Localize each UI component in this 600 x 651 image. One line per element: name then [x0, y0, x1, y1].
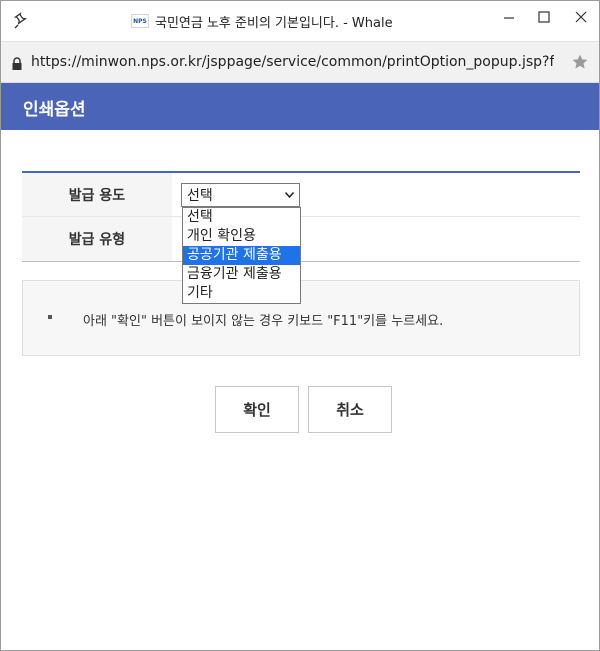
print-option-form: 발급 용도 선택 발급 유형	[22, 171, 580, 262]
confirm-button[interactable]: 확인	[215, 386, 299, 433]
window-title: NPS 국민연금 노후 준비의 기본입니다. - Whale	[131, 11, 393, 31]
address-bar: https://minwon.nps.or.kr/jsppage/service…	[1, 41, 599, 83]
notice-box: 아래 "확인" 버튼이 보이지 않는 경우 키보드 "F11"키를 누르세요.	[22, 280, 580, 356]
chevron-down-icon	[285, 192, 294, 198]
bullet-icon	[48, 315, 52, 319]
maximize-button[interactable]	[532, 7, 556, 27]
purpose-dropdown-list: 선택 개인 확인용 공공기관 제출용 금융기관 제출용 기타	[182, 207, 301, 304]
popup-title: 인쇄옵션	[23, 100, 86, 120]
dropdown-option[interactable]: 금융기관 제출용	[183, 265, 300, 284]
dropdown-option[interactable]: 선택	[183, 208, 300, 227]
form-row-type: 발급 유형	[22, 217, 580, 261]
dropdown-option[interactable]: 기타	[183, 284, 300, 303]
lock-icon[interactable]	[11, 56, 23, 70]
browser-window: NPS 국민연금 노후 준비의 기본입니다. - Whale https://m…	[0, 0, 600, 651]
title-bar: NPS 국민연금 노후 준비의 기본입니다. - Whale	[1, 1, 599, 41]
dropdown-option-highlighted[interactable]: 공공기관 제출용	[183, 246, 300, 265]
notice-text: 아래 "확인" 버튼이 보이지 않는 경우 키보드 "F11"키를 누르세요.	[83, 314, 444, 329]
popup-header: 인쇄옵션	[1, 83, 599, 130]
purpose-select-value: 선택	[187, 188, 213, 204]
purpose-label: 발급 용도	[22, 173, 172, 216]
url-text[interactable]: https://minwon.nps.or.kr/jsppage/service…	[31, 54, 554, 70]
bookmark-star-icon[interactable]	[571, 53, 589, 71]
minimize-button[interactable]	[497, 7, 521, 27]
nps-favicon-icon: NPS	[131, 14, 149, 28]
dropdown-option[interactable]: 개인 확인용	[183, 227, 300, 246]
close-button[interactable]	[569, 7, 593, 27]
type-label: 발급 유형	[22, 217, 172, 261]
pin-icon[interactable]	[13, 12, 31, 30]
cancel-button[interactable]: 취소	[308, 386, 392, 433]
window-title-text: 국민연금 노후 준비의 기본입니다. - Whale	[155, 15, 393, 31]
form-row-purpose: 발급 용도 선택	[22, 173, 580, 217]
purpose-select[interactable]: 선택	[181, 183, 300, 207]
